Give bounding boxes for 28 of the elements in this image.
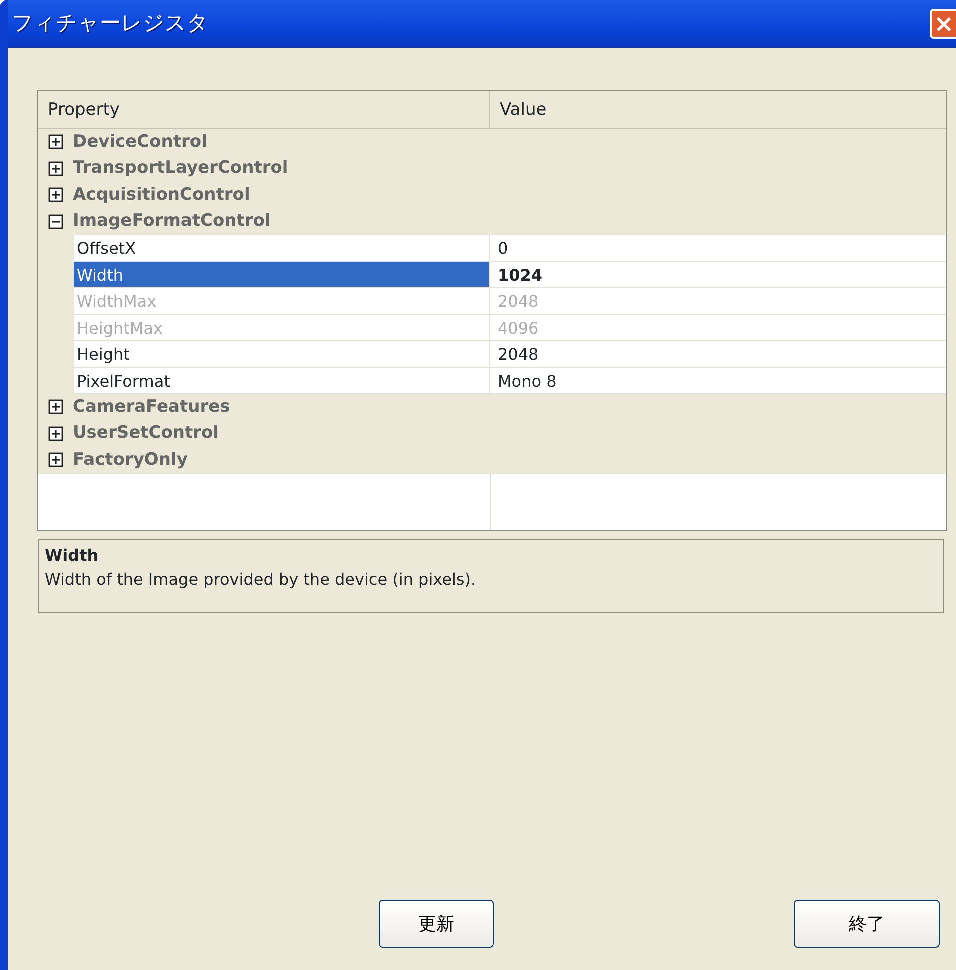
expand-icon[interactable]: [48, 134, 64, 150]
category-label[interactable]: CameraFeatures: [73, 394, 230, 420]
close-button[interactable]: ×: [930, 9, 956, 39]
column-header[interactable]: Value: [490, 91, 557, 128]
category-label[interactable]: UserSetControl: [73, 421, 220, 446]
expand-icon[interactable]: [48, 160, 64, 177]
expand-icon[interactable]: [48, 187, 64, 204]
property-value[interactable]: 1024: [490, 262, 946, 288]
dialog-button[interactable]: 終了: [794, 900, 940, 948]
description-title: Width: [45, 544, 100, 566]
dialog-button[interactable]: 更新: [379, 900, 494, 948]
property-value[interactable]: Mono 8: [490, 368, 946, 394]
collapse-icon[interactable]: [48, 214, 64, 230]
expand-icon[interactable]: [48, 399, 64, 416]
column-header[interactable]: Property: [38, 91, 490, 128]
category-label[interactable]: AcquisitionControl: [73, 182, 250, 208]
property-name[interactable]: Width: [74, 262, 490, 288]
property-value[interactable]: 0: [490, 235, 946, 262]
property-value[interactable]: 2048: [490, 341, 946, 368]
property-name[interactable]: PixelFormat: [74, 368, 490, 394]
category-label[interactable]: DeviceControl: [73, 130, 208, 155]
property-name[interactable]: OffsetX: [74, 235, 490, 262]
property-name[interactable]: Height: [74, 341, 490, 368]
expand-icon[interactable]: [48, 426, 64, 442]
category-label[interactable]: FactoryOnly: [73, 448, 188, 473]
window-title: フィチャーレジスタ: [12, 10, 209, 38]
expand-icon[interactable]: [48, 452, 64, 468]
description-text: Width of the Image provided by the device (in pixels).: [45, 568, 478, 590]
